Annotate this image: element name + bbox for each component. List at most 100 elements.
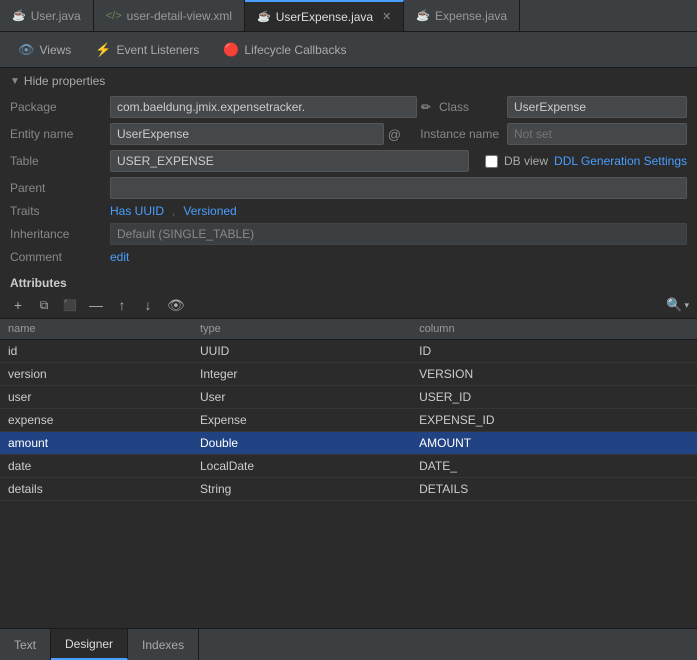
move-up-button[interactable]: ↑ <box>112 295 132 315</box>
cell-type: UUID <box>192 340 411 363</box>
tab-user-detail-xml[interactable]: </> user-detail-view.xml <box>94 0 245 31</box>
lifecycle-icon: 🔴 <box>223 42 239 58</box>
cell-name: date <box>0 455 192 478</box>
class-input[interactable] <box>507 96 687 118</box>
search-button[interactable]: 🔍 ▾ <box>666 297 689 313</box>
lightning-icon: ⚡ <box>95 42 111 58</box>
properties-section: ▼ Hide properties Package ✏ Class Entity… <box>0 68 697 270</box>
cell-name: user <box>0 386 192 409</box>
main-content: ▼ Hide properties Package ✏ Class Entity… <box>0 68 697 660</box>
table-row[interactable]: expenseExpenseEXPENSE_ID <box>0 409 697 432</box>
cell-type: User <box>192 386 411 409</box>
col-header-type: type <box>192 319 411 340</box>
instance-name-input[interactable] <box>507 123 687 145</box>
add-attribute-button[interactable]: + <box>8 295 28 315</box>
attr-toolbar: + ⧉ ⬛ — ↑ ↓ 👁 🔍 ▾ <box>0 292 697 319</box>
attributes-tbody: idUUIDIDversionIntegerVERSIONuserUserUSE… <box>0 340 697 501</box>
xml-icon: </> <box>106 10 122 22</box>
java-active-icon: ☕ <box>257 10 271 23</box>
table-row[interactable]: amountDoubleAMOUNT <box>0 432 697 455</box>
cell-column: VERSION <box>411 363 697 386</box>
move-down-button[interactable]: ↓ <box>138 295 158 315</box>
parent-row: Parent <box>10 177 687 199</box>
db-view-label: DB view <box>504 154 548 168</box>
subtab-event-listeners[interactable]: ⚡ Event Listeners <box>85 38 209 62</box>
entity-name-label: Entity name <box>10 127 102 141</box>
table-row[interactable]: userUserUSER_ID <box>0 386 697 409</box>
cell-column: DETAILS <box>411 478 697 501</box>
package-label: Package <box>10 100 102 114</box>
trait-has-uuid[interactable]: Has UUID <box>110 204 164 218</box>
cell-name: version <box>0 363 192 386</box>
attributes-header: Attributes <box>0 270 697 292</box>
at-icon: @ <box>388 127 401 142</box>
parent-input[interactable] <box>110 177 687 199</box>
cell-name: id <box>0 340 192 363</box>
inheritance-label: Inheritance <box>10 227 102 241</box>
bottom-tab-indexes-label: Indexes <box>142 638 184 652</box>
package-input[interactable] <box>110 96 417 118</box>
comment-label: Comment <box>10 250 102 264</box>
bottom-tabs: Text Designer Indexes <box>0 628 697 660</box>
java-icon: ☕ <box>12 9 26 22</box>
comment-edit-link[interactable]: edit <box>110 250 129 264</box>
parent-label: Parent <box>10 181 102 195</box>
hide-properties-toggle[interactable]: ▼ Hide properties <box>10 74 687 88</box>
bottom-tab-indexes[interactable]: Indexes <box>128 629 199 660</box>
inheritance-row: Inheritance <box>10 223 687 245</box>
tab-userexpense-java[interactable]: ☕ UserExpense.java ✕ <box>245 0 404 31</box>
attributes-section: Attributes + ⧉ ⬛ — ↑ ↓ 👁 🔍 ▾ name type c… <box>0 270 697 501</box>
cell-column: ID <box>411 340 697 363</box>
table-row[interactable]: detailsStringDETAILS <box>0 478 697 501</box>
db-view-checkbox[interactable] <box>485 155 498 168</box>
add-embedded-button[interactable]: ⬛ <box>60 295 80 315</box>
ddl-link[interactable]: DDL Generation Settings <box>554 154 687 168</box>
attributes-table: name type column idUUIDIDversionIntegerV… <box>0 319 697 501</box>
trait-versioned[interactable]: Versioned <box>183 204 236 218</box>
cell-type: Expense <box>192 409 411 432</box>
hide-props-label: Hide properties <box>24 74 105 88</box>
comment-row: Comment edit <box>10 250 687 264</box>
tab-user-java[interactable]: ☕ User.java <box>0 0 94 31</box>
bottom-tab-text-label: Text <box>14 638 36 652</box>
table-input[interactable] <box>110 150 469 172</box>
edit-icon[interactable]: ✏ <box>421 100 431 114</box>
bottom-tab-text[interactable]: Text <box>0 629 51 660</box>
table-row[interactable]: dateLocalDateDATE_ <box>0 455 697 478</box>
tab-close-icon[interactable]: ✕ <box>382 10 391 23</box>
remove-attribute-button[interactable]: — <box>86 295 106 315</box>
subtabs-bar: 👁 Views ⚡ Event Listeners 🔴 Lifecycle Ca… <box>0 32 697 68</box>
trait-separator: , <box>172 204 175 218</box>
cell-type: Integer <box>192 363 411 386</box>
entity-name-input[interactable] <box>110 123 384 145</box>
visibility-button[interactable]: 👁 <box>164 295 188 315</box>
entity-name-row: Entity name @ Instance name <box>10 123 687 145</box>
search-icon: 🔍 <box>666 297 682 313</box>
tab-label: UserExpense.java <box>276 10 373 24</box>
subtab-label: Views <box>40 43 72 57</box>
tab-label: user-detail-view.xml <box>127 9 232 23</box>
cell-column: EXPENSE_ID <box>411 409 697 432</box>
tabs-bar: ☕ User.java </> user-detail-view.xml ☕ U… <box>0 0 697 32</box>
table-header-row: name type column <box>0 319 697 340</box>
table-row[interactable]: idUUIDID <box>0 340 697 363</box>
subtab-label: Lifecycle Callbacks <box>244 43 346 57</box>
cell-name: expense <box>0 409 192 432</box>
cell-column: DATE_ <box>411 455 697 478</box>
instance-name-label: Instance name <box>409 127 499 141</box>
cell-column: AMOUNT <box>411 432 697 455</box>
cell-column: USER_ID <box>411 386 697 409</box>
table-label: Table <box>10 154 102 168</box>
copy-attribute-button[interactable]: ⧉ <box>34 295 54 315</box>
table-row[interactable]: versionIntegerVERSION <box>0 363 697 386</box>
traits-label: Traits <box>10 204 102 218</box>
tab-expense-java[interactable]: ☕ Expense.java <box>404 0 520 31</box>
traits-row: Traits Has UUID , Versioned <box>10 204 687 218</box>
class-label: Class <box>439 100 499 114</box>
cell-type: LocalDate <box>192 455 411 478</box>
inheritance-input[interactable] <box>110 223 687 245</box>
bottom-tab-designer-label: Designer <box>65 637 113 651</box>
subtab-views[interactable]: 👁 Views <box>8 38 81 62</box>
subtab-lifecycle-callbacks[interactable]: 🔴 Lifecycle Callbacks <box>213 38 356 62</box>
bottom-tab-designer[interactable]: Designer <box>51 629 128 660</box>
